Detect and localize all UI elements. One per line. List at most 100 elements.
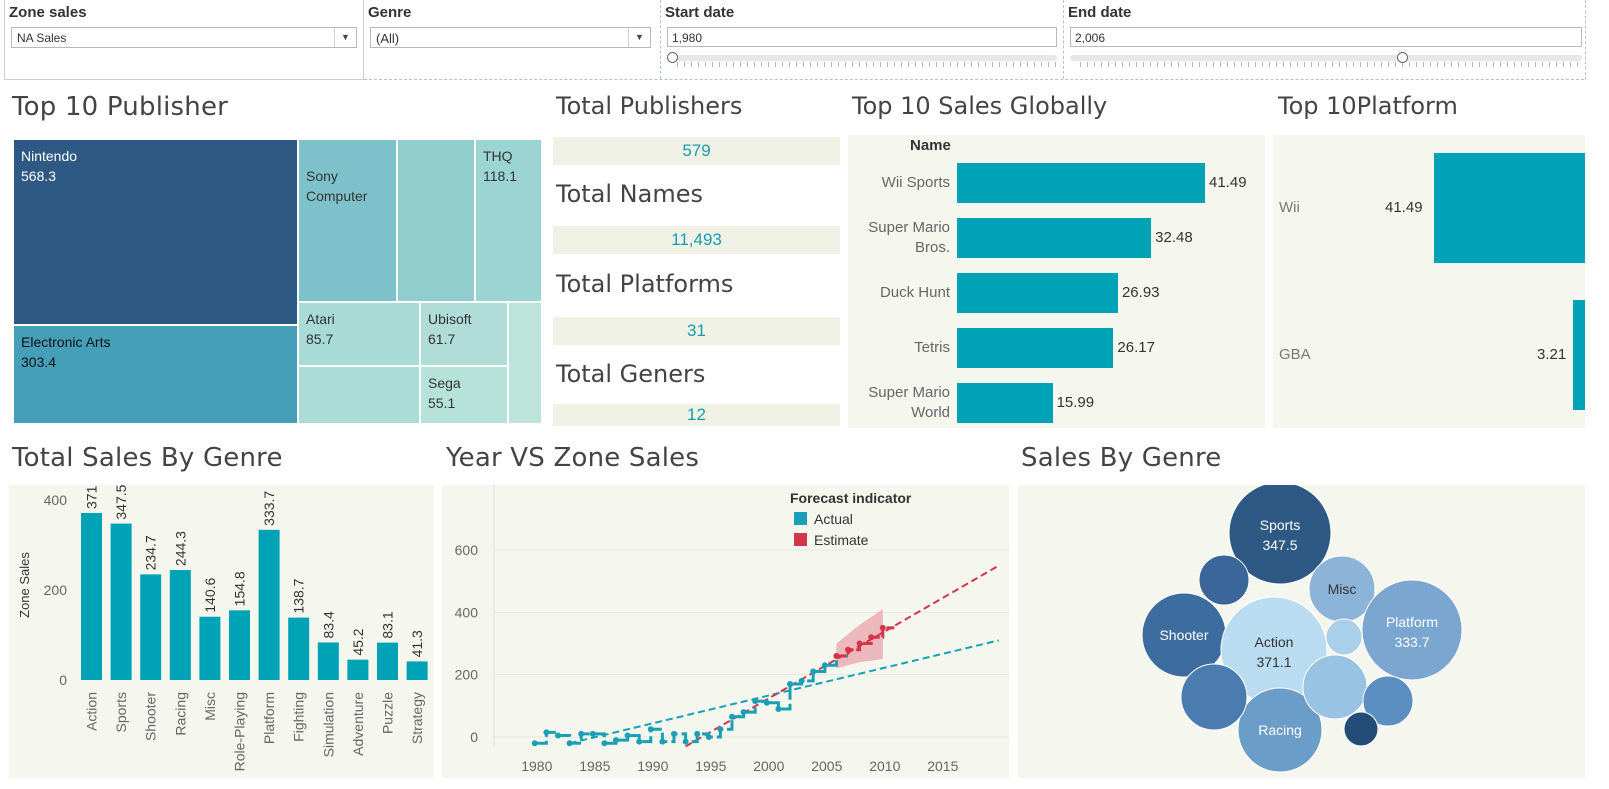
actual-point: [636, 738, 643, 745]
category-label: Strategy: [409, 692, 425, 744]
platform-value-gba: 3.21: [1537, 346, 1567, 363]
x-tick-label: 2010: [869, 758, 900, 774]
genre-bubble: [1343, 711, 1379, 747]
top10-bar[interactable]: [957, 328, 1114, 368]
actual-point: [601, 740, 608, 747]
kpi-value-genres: 12: [553, 404, 840, 426]
platform-panel: Wii 41.49 GBA 3.21: [1273, 135, 1585, 428]
top10-bar[interactable]: [957, 163, 1205, 203]
top10-name: Duck Hunt: [879, 284, 950, 301]
kpi-label-platforms: Total Platforms: [556, 270, 734, 298]
actual-point: [671, 730, 677, 737]
publisher-title: Top 10 Publisher: [12, 92, 229, 122]
actual-point: [647, 726, 654, 733]
forecast-title: Year VS Zone Sales: [446, 443, 700, 473]
x-tick-label: 1990: [637, 758, 668, 774]
actual-point: [682, 738, 689, 745]
slider-ticks: [1080, 62, 1580, 67]
platform-bar-wii[interactable]: [1434, 153, 1585, 263]
end-date-slider[interactable]: [1070, 55, 1582, 61]
platform-label-gba: GBA: [1279, 346, 1311, 363]
x-tick-label: 2000: [753, 758, 784, 774]
top10-bar[interactable]: [957, 218, 1152, 258]
publisher-treemap: Nintendo 568.3 Electronic Arts 303.4 Son…: [13, 139, 542, 424]
bar-value-label: 41.3: [409, 630, 425, 657]
category-label: Action: [84, 692, 100, 731]
genre-bubble: [1325, 618, 1363, 656]
treemap-label: Atari: [306, 311, 335, 327]
x-tick-label: 1995: [695, 758, 726, 774]
bubble-value: 333.7: [1394, 634, 1429, 650]
treemap-value: 118.1: [483, 168, 517, 184]
platform-bar-gba[interactable]: [1573, 300, 1585, 410]
category-label: Adventure: [350, 692, 366, 756]
legend-title: Forecast indicator: [790, 490, 912, 506]
category-label: Shooter: [143, 692, 159, 741]
genre-bar-title: Total Sales By Genre: [12, 443, 283, 473]
zone-filter-label: Zone sales: [9, 4, 87, 21]
bar-value-label: 371.1: [84, 485, 100, 509]
end-slider-handle[interactable]: [1397, 52, 1408, 63]
genre-dropdown[interactable]: (All) ▼: [370, 27, 651, 48]
treemap-atari[interactable]: Atari 85.7: [298, 302, 420, 366]
x-tick-label: 2005: [811, 758, 842, 774]
treemap-label: THQ: [483, 148, 513, 164]
treemap-nintendo[interactable]: Nintendo 568.3: [13, 139, 298, 325]
estimate-point: [833, 652, 840, 659]
treemap-sega[interactable]: Sega 55.1: [420, 366, 508, 424]
treemap-label: Sony Computer: [306, 168, 368, 204]
actual-point: [798, 677, 805, 684]
divider: [364, 79, 1584, 80]
x-tick-label: 1980: [521, 758, 552, 774]
end-date-input[interactable]: 2,006: [1070, 27, 1582, 47]
treemap-ubisoft[interactable]: Ubisoft 61.7: [420, 302, 508, 366]
x-tick-label: 2015: [927, 758, 958, 774]
genre-bar: [169, 570, 191, 680]
platform-value-wii: 41.49: [1385, 199, 1423, 216]
treemap-value: 61.7: [428, 331, 456, 347]
treemap-electronic-arts[interactable]: Electronic Arts 303.4: [13, 325, 298, 424]
treemap-label: Sega: [428, 375, 461, 391]
actual-point: [763, 699, 770, 706]
actual-line: [534, 654, 848, 745]
treemap-sony[interactable]: Sony Computer: [298, 139, 397, 302]
legend-swatch: [794, 512, 807, 525]
kpi-value-names: 11,493: [553, 226, 840, 254]
genre-bar: [377, 642, 398, 680]
bubble-panel: Sports 347.5 Shooter Action 371.1 Misc Platfor…: [1018, 481, 1585, 778]
treemap-thq[interactable]: THQ 118.1: [475, 139, 542, 302]
chevron-down-icon[interactable]: ▼: [628, 28, 650, 47]
top10-bar[interactable]: [957, 383, 1053, 423]
kpi-label-genres: Total Geners: [556, 360, 706, 388]
estimate-point: [868, 634, 875, 641]
top10-name: Wii Sports: [881, 174, 950, 191]
y-axis-label: Zone Sales: [17, 552, 32, 618]
actual-point: [740, 709, 747, 716]
genre-bubble: [1198, 554, 1250, 606]
legend-label: Estimate: [814, 532, 869, 548]
treemap-cell[interactable]: [298, 366, 420, 424]
estimate-point: [856, 640, 863, 647]
zone-dropdown[interactable]: NA Sales ▼: [11, 27, 357, 48]
bar-value-label: 347.5: [113, 485, 129, 520]
estimate-point: [879, 624, 886, 631]
genre-bar: [229, 610, 250, 680]
genre-bubble: [1361, 579, 1463, 681]
start-slider-handle[interactable]: [667, 52, 678, 63]
category-label: Fighting: [291, 692, 307, 742]
genre-dropdown-value: (All): [376, 31, 400, 46]
treemap-cell[interactable]: [508, 302, 542, 424]
actual-point: [775, 705, 782, 712]
treemap-cell[interactable]: [397, 139, 475, 302]
top10-title: Top 10 Sales Globally: [852, 92, 1108, 120]
genre-bar-panel: Zone Sales 0 200 400 371.1 Action 347.5 Sports 2…: [9, 474, 434, 778]
platform-title: Top 10Platform: [1278, 92, 1458, 120]
chevron-down-icon[interactable]: ▼: [334, 28, 356, 47]
top10-bar[interactable]: [957, 273, 1118, 313]
slider-ticks: [677, 62, 1057, 67]
bubble-title: Sales By Genre: [1021, 443, 1222, 473]
start-date-slider[interactable]: [667, 55, 1057, 61]
y-tick-label: 600: [455, 542, 479, 558]
start-date-input[interactable]: 1,980: [667, 27, 1057, 47]
top10-value: 15.99: [1056, 394, 1095, 411]
